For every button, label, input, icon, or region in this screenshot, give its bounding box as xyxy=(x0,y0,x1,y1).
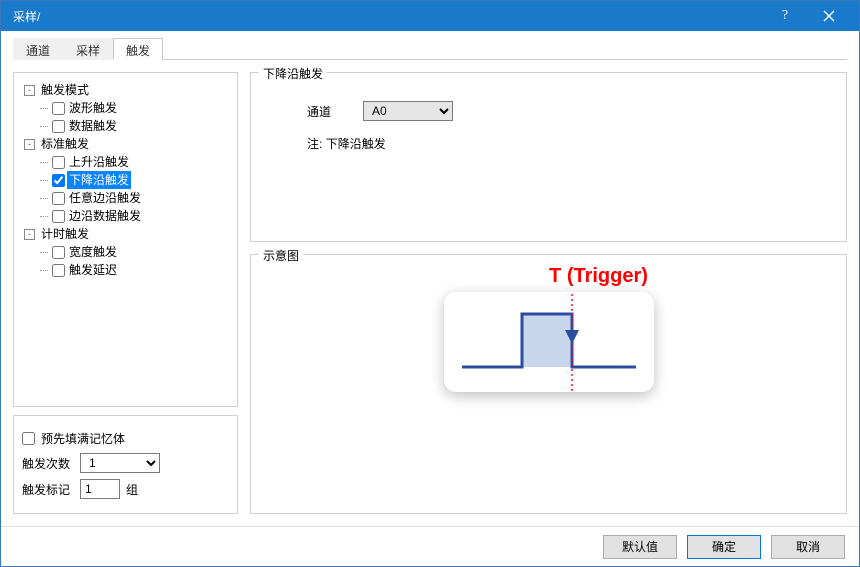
tree-item-checkbox[interactable] xyxy=(52,102,65,115)
right-column: 下降沿触发 通道 A0 注: 下降沿触发 示意图 T (Trigger) xyxy=(250,72,847,514)
tree-group-label[interactable]: 计时触发 xyxy=(41,225,89,243)
tree-item-checkbox[interactable] xyxy=(52,246,65,259)
dialog-footer: 默认值 确定 取消 xyxy=(1,526,859,566)
tree-toggle-icon[interactable]: - xyxy=(24,85,35,96)
tab-采样[interactable]: 采样 xyxy=(63,38,113,60)
tree-item-checkbox[interactable] xyxy=(52,174,65,187)
channel-select[interactable]: A0 xyxy=(363,101,453,121)
tree-group-label[interactable]: 触发模式 xyxy=(41,81,89,99)
trigger-mark-input[interactable] xyxy=(80,479,120,499)
config-groupbox: 下降沿触发 通道 A0 注: 下降沿触发 xyxy=(250,72,847,242)
trigger-count-label: 触发次数 xyxy=(22,455,74,472)
trigger-mark-unit: 组 xyxy=(126,481,138,498)
dialog-window: 采样/ ? 通道采样触发 -触发模式波形触发数据触发-标准触发上升沿触发下降沿触… xyxy=(0,0,860,567)
trigger-text-label: T (Trigger) xyxy=(549,265,648,288)
diagram-groupbox: 示意图 T (Trigger) xyxy=(250,254,847,514)
tree-item-label[interactable]: 上升沿触发 xyxy=(67,153,131,171)
note-value: 下降沿触发 xyxy=(326,137,386,151)
help-button[interactable]: ? xyxy=(763,1,807,31)
note-label: 注: xyxy=(307,137,322,151)
waveform-diagram xyxy=(444,292,654,392)
trigger-count-select[interactable]: 1 xyxy=(80,453,160,473)
window-title: 采样/ xyxy=(9,8,763,25)
tab-通道[interactable]: 通道 xyxy=(13,38,63,60)
trigger-tree-panel: -触发模式波形触发数据触发-标准触发上升沿触发下降沿触发任意边沿触发边沿数据触发… xyxy=(13,72,238,407)
defaults-button[interactable]: 默认值 xyxy=(603,535,677,559)
tab-触发[interactable]: 触发 xyxy=(113,38,163,60)
prefill-memory-checkbox[interactable] xyxy=(22,432,35,445)
titlebar: 采样/ ? xyxy=(1,1,859,31)
channel-label: 通道 xyxy=(307,103,347,120)
tree-item-label[interactable]: 触发延迟 xyxy=(67,261,119,279)
tree-item-label[interactable]: 波形触发 xyxy=(67,99,119,117)
tree-item-checkbox[interactable] xyxy=(52,156,65,169)
prefill-memory-label: 预先填满记忆体 xyxy=(41,430,125,447)
ok-button[interactable]: 确定 xyxy=(687,535,761,559)
tree-item-label[interactable]: 数据触发 xyxy=(67,117,119,135)
dialog-body: 通道采样触发 -触发模式波形触发数据触发-标准触发上升沿触发下降沿触发任意边沿触… xyxy=(1,31,859,526)
tree-item-label[interactable]: 宽度触发 xyxy=(67,243,119,261)
tree-toggle-icon[interactable]: - xyxy=(24,229,35,240)
tree-item-checkbox[interactable] xyxy=(52,120,65,133)
trigger-mark-label: 触发标记 xyxy=(22,481,74,498)
tree-item-label[interactable]: 下降沿触发 xyxy=(67,171,131,189)
tree-item-checkbox[interactable] xyxy=(52,264,65,277)
config-group-title: 下降沿触发 xyxy=(259,65,327,82)
close-button[interactable] xyxy=(807,1,851,31)
bottom-options-panel: 预先填满记忆体 触发次数 1 触发标记 组 xyxy=(13,415,238,514)
tree-group-label[interactable]: 标准触发 xyxy=(41,135,89,153)
tree-item-label[interactable]: 边沿数据触发 xyxy=(67,207,143,225)
tree-toggle-icon[interactable]: - xyxy=(24,139,35,150)
cancel-button[interactable]: 取消 xyxy=(771,535,845,559)
left-column: -触发模式波形触发数据触发-标准触发上升沿触发下降沿触发任意边沿触发边沿数据触发… xyxy=(13,72,238,514)
tab-bar: 通道采样触发 xyxy=(13,37,847,60)
tree-item-label[interactable]: 任意边沿触发 xyxy=(67,189,143,207)
diagram-group-title: 示意图 xyxy=(259,247,303,264)
trigger-tree[interactable]: -触发模式波形触发数据触发-标准触发上升沿触发下降沿触发任意边沿触发边沿数据触发… xyxy=(22,81,229,279)
tree-item-checkbox[interactable] xyxy=(52,210,65,223)
tree-item-checkbox[interactable] xyxy=(52,192,65,205)
content-area: -触发模式波形触发数据触发-标准触发上升沿触发下降沿触发任意边沿触发边沿数据触发… xyxy=(13,60,847,514)
